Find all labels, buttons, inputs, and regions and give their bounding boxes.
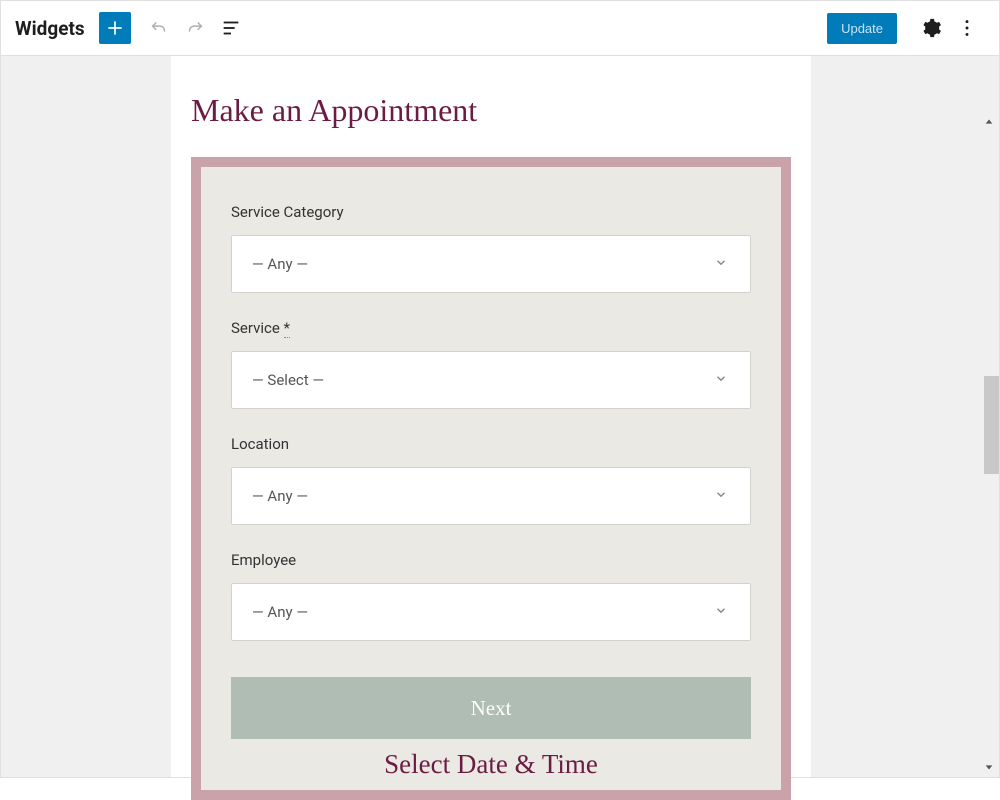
label-service-category: Service Category — [231, 203, 751, 221]
select-employee[interactable]: — Any — — [231, 583, 751, 641]
select-value: — Any — — [252, 255, 308, 273]
select-service[interactable]: — Select — — [231, 351, 751, 409]
appointment-form-frame: Service Category — Any — Service * — Sel… — [191, 157, 791, 800]
options-button[interactable] — [949, 10, 985, 46]
scroll-down-button[interactable] — [981, 759, 997, 775]
redo-icon — [184, 17, 206, 39]
select-value: — Any — — [252, 603, 308, 621]
field-employee: Employee — Any — — [231, 551, 751, 641]
field-service-category: Service Category — Any — — [231, 203, 751, 293]
select-location[interactable]: — Any — — [231, 467, 751, 525]
widget-area: Make an Appointment Service Category — A… — [171, 56, 811, 777]
section-title-datetime: Select Date & Time — [231, 749, 751, 780]
page-title: Widgets — [15, 17, 85, 40]
settings-button[interactable] — [913, 10, 949, 46]
plus-icon — [105, 18, 125, 38]
select-value: — Select — — [252, 371, 324, 389]
field-service: Service * — Select — — [231, 319, 751, 409]
select-service-category[interactable]: — Any — — [231, 235, 751, 293]
add-block-button[interactable] — [99, 12, 131, 44]
list-view-button[interactable] — [213, 10, 249, 46]
scroll-up-button[interactable] — [981, 114, 997, 130]
update-button[interactable]: Update — [827, 13, 897, 44]
appointment-form: Service Category — Any — Service * — Sel… — [201, 167, 781, 790]
select-value: — Any — — [252, 487, 308, 505]
more-vertical-icon — [956, 17, 978, 39]
chevron-up-icon — [984, 117, 994, 127]
scrollbar-thumb[interactable] — [984, 376, 999, 474]
chevron-down-icon — [714, 371, 728, 390]
gear-icon — [920, 17, 942, 39]
chevron-down-icon — [714, 603, 728, 622]
undo-button[interactable] — [141, 10, 177, 46]
undo-icon — [148, 17, 170, 39]
chevron-down-icon — [714, 487, 728, 506]
editor-canvas: Make an Appointment Service Category — A… — [0, 56, 1000, 778]
label-employee: Employee — [231, 551, 751, 569]
field-location: Location — Any — — [231, 435, 751, 525]
list-icon — [220, 17, 242, 39]
next-button[interactable]: Next — [231, 677, 751, 739]
label-service: Service * — [231, 319, 751, 337]
redo-button[interactable] — [177, 10, 213, 46]
chevron-down-icon — [714, 255, 728, 274]
chevron-down-icon — [984, 762, 994, 772]
label-location: Location — [231, 435, 751, 453]
appointment-title: Make an Appointment — [191, 92, 791, 129]
editor-toolbar: Widgets Update — [0, 0, 1000, 56]
